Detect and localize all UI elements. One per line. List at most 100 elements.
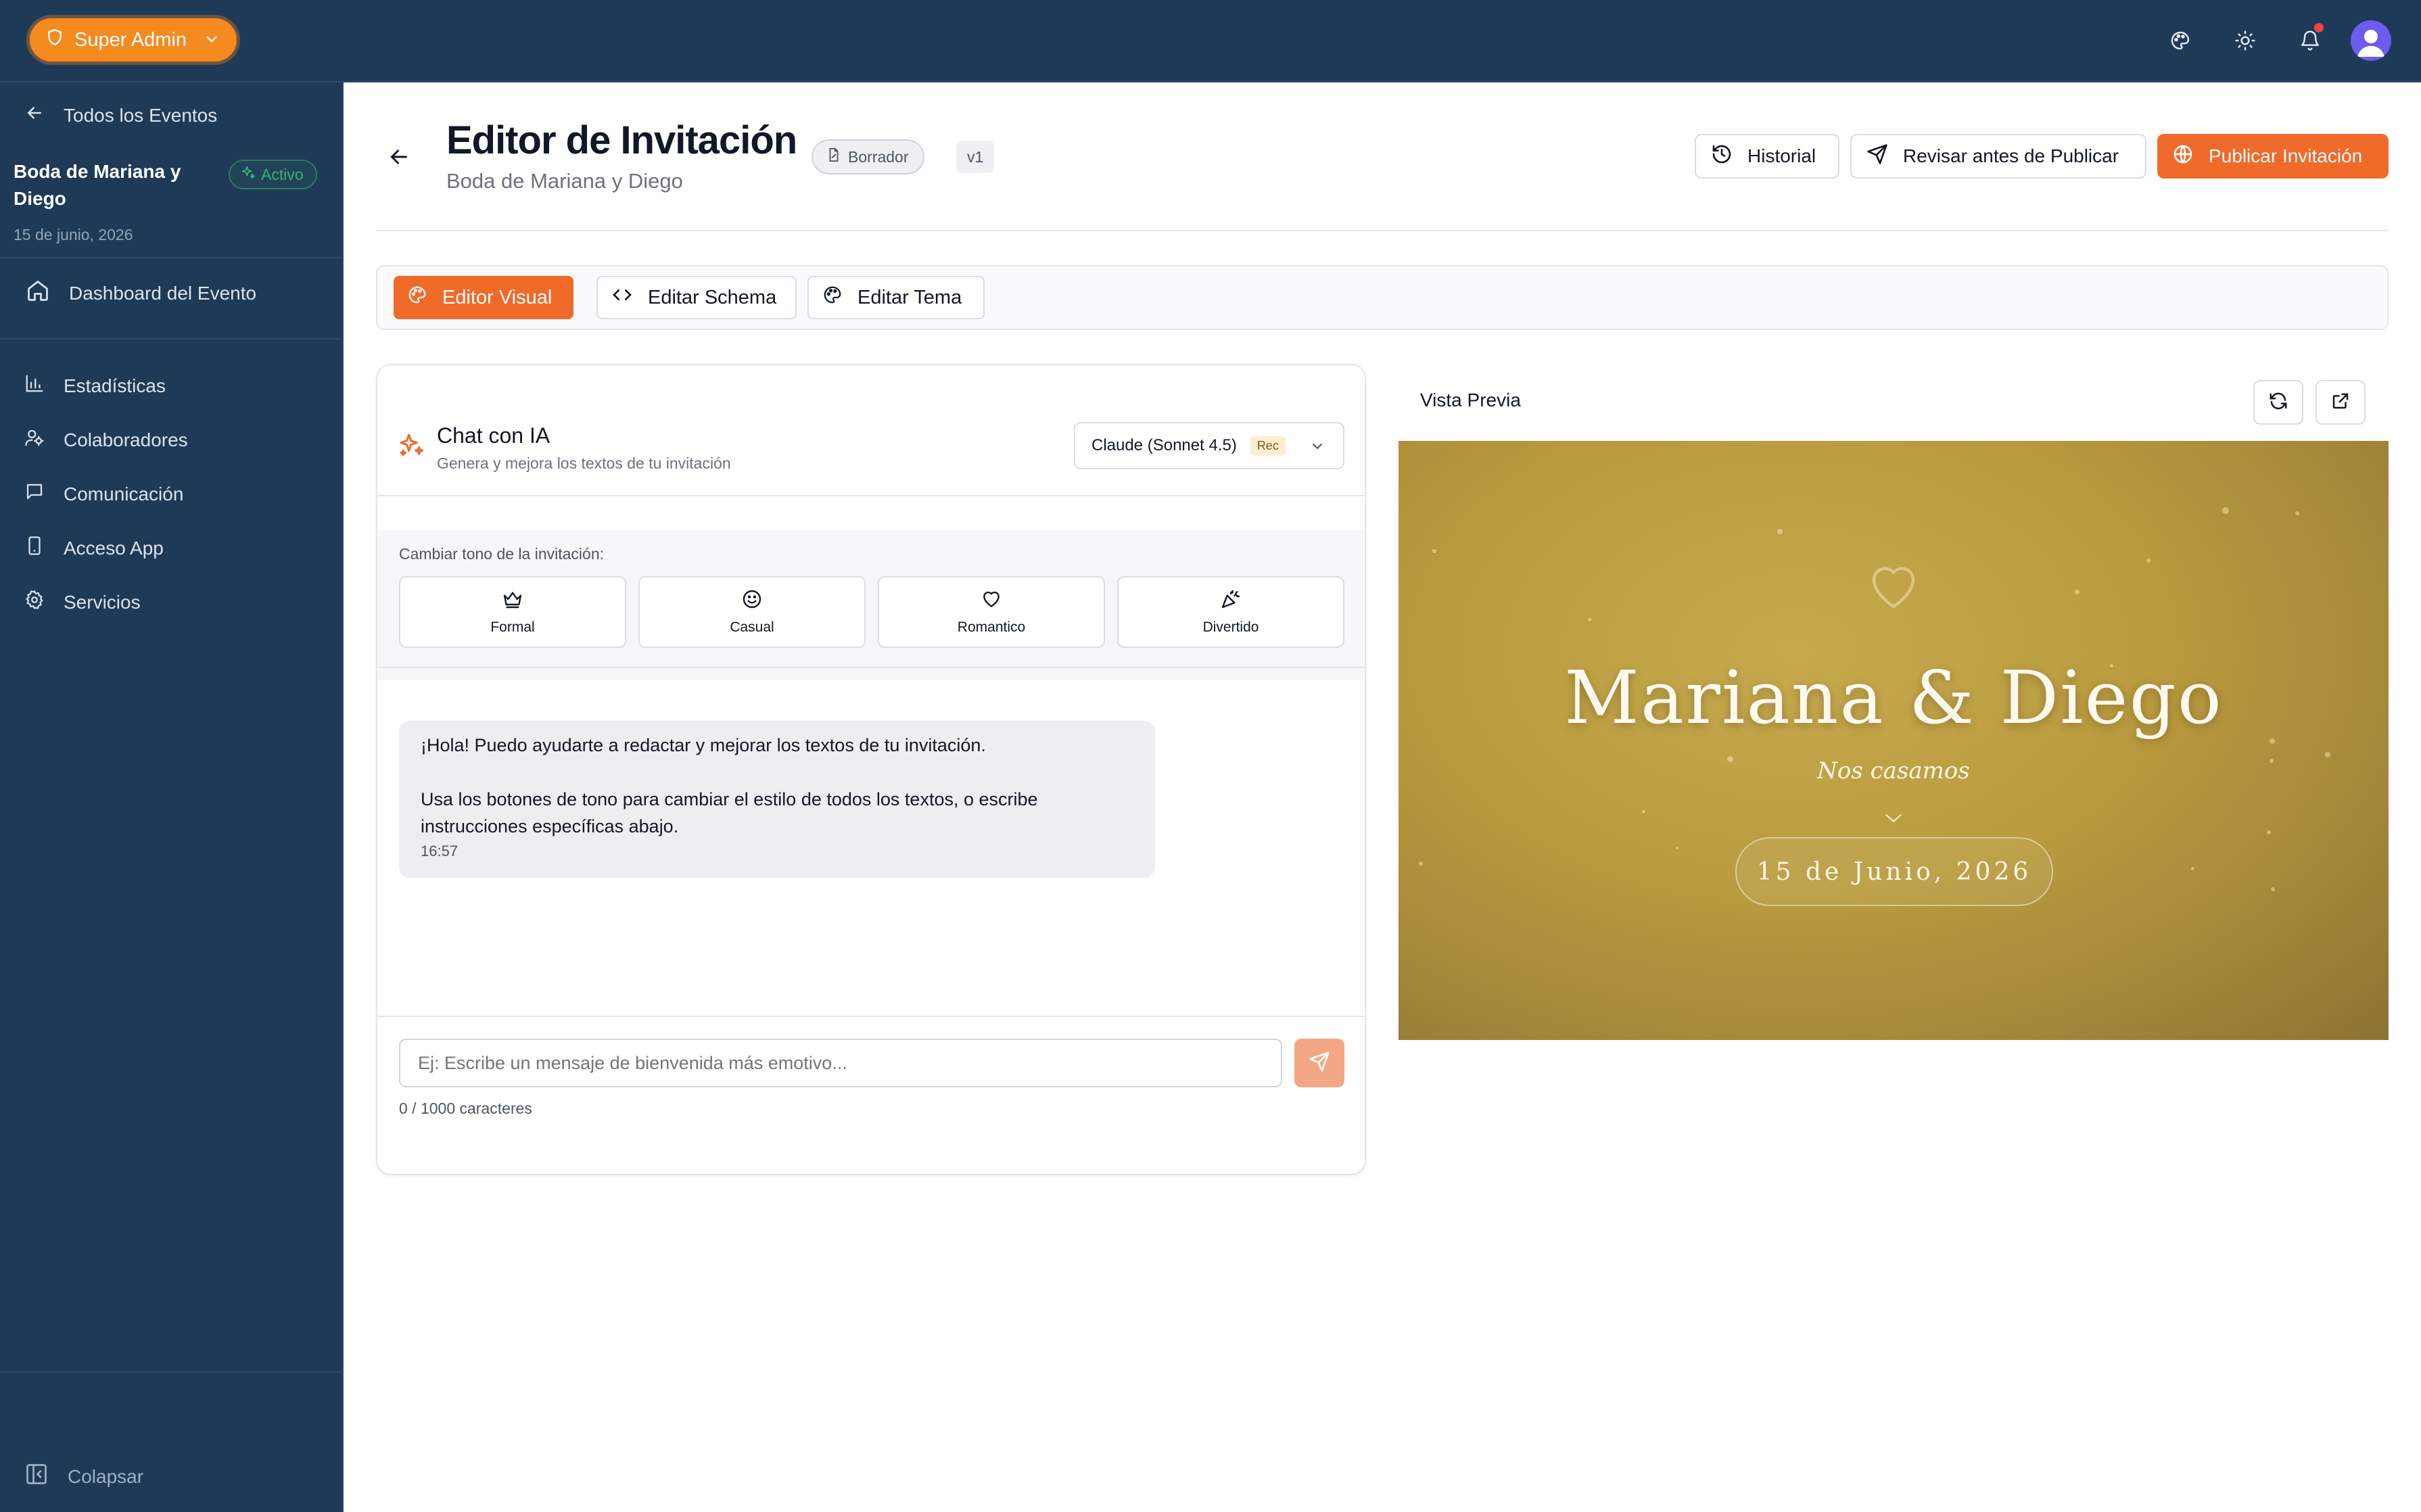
editor-tabs: Editor Visual Editar Schema Editar Tema — [376, 265, 2389, 330]
sidebar-item-acceso-app[interactable]: Acceso App — [24, 536, 164, 561]
ai-chat-panel: Chat con IA Genera y mejora los textos d… — [376, 364, 1366, 1175]
page-subtitle: Boda de Mariana y Diego — [446, 169, 683, 193]
sidebar: Todos los Eventos Boda de Mariana y Dieg… — [0, 82, 344, 1512]
tab-editar-schema[interactable]: Editar Schema — [596, 276, 797, 319]
chat-subtitle: Genera y mejora los textos de tu invitac… — [437, 454, 731, 472]
tone-divertido-button[interactable]: Divertido — [1117, 576, 1344, 648]
tab-label: Editor Visual — [442, 286, 553, 308]
send-button[interactable] — [1294, 1039, 1344, 1087]
refresh-preview-button[interactable] — [2253, 380, 2303, 425]
chat-divider — [377, 667, 1365, 668]
sidebar-item-comunicacion[interactable]: Comunicación — [24, 481, 183, 506]
panel-collapse-icon — [24, 1462, 49, 1491]
tone-casual-button[interactable]: Casual — [638, 576, 866, 648]
sidebar-item-dashboard[interactable]: Dashboard del Evento — [26, 279, 256, 308]
collapse-label: Colapsar — [68, 1465, 144, 1487]
role-label: Super Admin — [74, 28, 187, 51]
publish-label: Publicar Invitación — [2209, 145, 2363, 166]
sidebar-divider — [0, 257, 344, 258]
gear-icon — [24, 590, 45, 615]
assistant-message: ¡Hola! Puedo ayudarte a redactar y mejor… — [399, 721, 1155, 878]
bell-icon[interactable] — [2294, 23, 2326, 57]
message-icon — [24, 481, 45, 506]
chat-divider — [377, 495, 1365, 496]
heart-icon — [1864, 560, 1923, 615]
heart-icon — [981, 588, 1002, 614]
palette-icon[interactable] — [2164, 24, 2196, 57]
review-label: Revisar antes de Publicar — [1903, 145, 2119, 166]
tone-romantico-button[interactable]: Romantico — [878, 576, 1105, 648]
tab-label: Editar Schema — [648, 286, 777, 308]
message-text: Usa los botones de tono para cambiar el … — [421, 789, 1038, 836]
refresh-icon — [2268, 391, 2288, 415]
smartphone-icon — [24, 536, 45, 561]
role-switcher-button[interactable]: Super Admin — [30, 18, 237, 62]
avatar[interactable] — [2351, 20, 2391, 61]
tone-formal-button[interactable]: Formal — [399, 576, 626, 648]
sidebar-divider — [0, 338, 344, 339]
arrow-left-icon — [24, 103, 45, 128]
sidebar-item-colaboradores[interactable]: Colaboradores — [24, 427, 188, 452]
tab-label: Editar Tema — [857, 286, 962, 308]
page-title: Editor de Invitación — [446, 118, 797, 162]
sun-icon[interactable] — [2229, 24, 2261, 57]
tone-label-text: Formal — [490, 619, 535, 635]
palette-icon — [822, 285, 843, 310]
review-before-publish-button[interactable]: Revisar antes de Publicar — [1850, 134, 2146, 179]
tab-editor-visual[interactable]: Editor Visual — [394, 276, 573, 319]
history-button[interactable]: Historial — [1695, 134, 1839, 179]
smile-icon — [741, 588, 763, 614]
message-text: ¡Hola! Puedo ayudarte a redactar y mejor… — [421, 735, 986, 755]
chat-divider — [377, 1016, 1365, 1017]
sidebar-item-label: Comunicación — [64, 483, 184, 504]
crown-icon — [502, 588, 523, 614]
event-status-badge: Activo — [229, 160, 317, 189]
back-button[interactable] — [387, 145, 411, 172]
message-time: 16:57 — [421, 843, 459, 859]
collapse-sidebar-button[interactable]: Colapsar — [24, 1462, 143, 1491]
event-date: 15 de junio, 2026 — [14, 226, 133, 243]
sparkles-icon — [241, 165, 256, 184]
history-label: Historial — [1747, 145, 1816, 166]
home-icon — [26, 279, 50, 308]
history-icon — [1711, 143, 1733, 170]
notification-dot — [2314, 23, 2324, 32]
code-icon — [611, 284, 633, 311]
tone-label-text: Divertido — [1202, 619, 1259, 635]
party-popper-icon — [1220, 588, 1242, 614]
palette-icon — [407, 285, 427, 310]
send-icon — [1866, 143, 1888, 170]
sidebar-divider — [0, 1371, 344, 1373]
sparkles-icon — [398, 431, 425, 462]
sidebar-item-label: Estadísticas — [64, 375, 166, 396]
wedding-date: 15 de Junio, 2026 — [1735, 837, 2053, 906]
sidebar-item-label: Acceso App — [64, 537, 164, 559]
model-select-value: Claude (Sonnet 4.5) — [1091, 436, 1237, 454]
invitation-tagline: Nos casamos — [1817, 757, 1970, 784]
chat-title: Chat con IA — [437, 423, 550, 448]
open-preview-button[interactable] — [2316, 380, 2366, 425]
external-link-icon — [2330, 391, 2351, 415]
recommended-badge: Rec — [1250, 435, 1286, 456]
top-bar: Super Admin — [0, 0, 2421, 82]
publish-invitation-button[interactable]: Publicar Invitación — [2157, 134, 2389, 179]
couple-names: Mariana & Diego — [1564, 656, 2223, 740]
tone-label-text: Casual — [730, 619, 774, 635]
sidebar-item-estadisticas[interactable]: Estadísticas — [24, 373, 166, 398]
file-icon — [826, 147, 841, 166]
users-icon — [24, 427, 45, 452]
status-badge: Borrador — [812, 139, 925, 174]
tab-editar-tema[interactable]: Editar Tema — [807, 276, 985, 319]
preview-label: Vista Previa — [1420, 389, 1521, 410]
char-count: 0 / 1000 caracteres — [399, 1100, 532, 1117]
shield-icon — [46, 28, 64, 52]
sidebar-item-servicios[interactable]: Servicios — [24, 590, 141, 615]
model-select[interactable]: Claude (Sonnet 4.5) Rec — [1074, 422, 1344, 469]
globe-icon — [2172, 143, 2194, 170]
back-to-events-link[interactable]: Todos los Eventos — [24, 103, 217, 128]
sidebar-item-label: Dashboard del Evento — [69, 282, 257, 304]
chat-input[interactable] — [399, 1039, 1282, 1087]
header-divider — [376, 230, 2389, 231]
tone-label: Cambiar tono de la invitación: — [399, 545, 604, 563]
event-title: Boda de Mariana y Diego — [14, 161, 181, 209]
